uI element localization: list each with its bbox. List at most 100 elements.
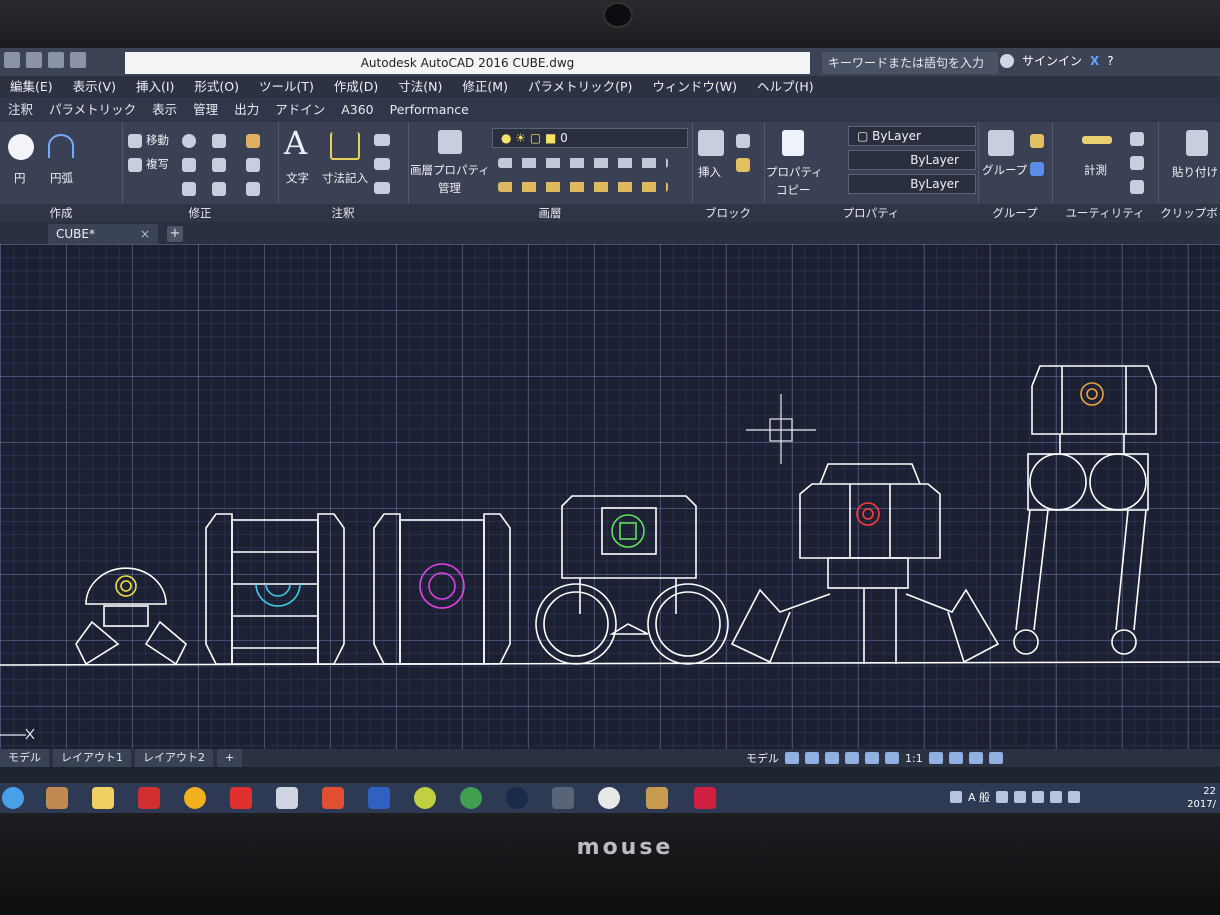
tab-a360[interactable]: A360	[333, 98, 381, 122]
headphones-icon[interactable]	[184, 787, 206, 809]
tray-icon-1[interactable]	[950, 791, 962, 803]
app-icon-6[interactable]	[694, 787, 716, 809]
move-tool[interactable]: 移動	[146, 132, 169, 148]
gear-icon[interactable]	[928, 752, 943, 764]
powerpoint-icon[interactable]	[322, 787, 344, 809]
menu-window[interactable]: ウィンドウ(W)	[642, 76, 747, 98]
undo-icon[interactable]	[48, 52, 64, 68]
dimension-tool[interactable]: 寸法記入	[322, 170, 368, 186]
signin-label[interactable]: サインイン	[1022, 52, 1082, 69]
help-icon[interactable]: ?	[1107, 54, 1113, 68]
tab-output[interactable]: 出力	[226, 98, 267, 122]
match-properties-line2[interactable]: コピー	[776, 182, 811, 198]
tab-view[interactable]: 表示	[144, 98, 185, 122]
start-button-icon[interactable]	[2, 787, 24, 809]
plus-icon[interactable]	[948, 752, 963, 764]
ungroup-icon[interactable]	[1030, 134, 1044, 148]
polar-icon[interactable]	[845, 752, 859, 764]
osnap-icon[interactable]	[865, 752, 879, 764]
exchange-icon[interactable]: X	[1090, 54, 1099, 68]
id-point-icon[interactable]	[1130, 156, 1144, 170]
app-icon-3[interactable]	[414, 787, 436, 809]
copy-icon[interactable]	[128, 158, 142, 172]
menu-modify[interactable]: 修正(M)	[452, 76, 518, 98]
tray-icon-3[interactable]	[1014, 791, 1027, 803]
network-icon[interactable]	[1050, 791, 1063, 803]
search-input[interactable]: キーワードまたは語句を入力	[822, 52, 998, 74]
add-layout-button[interactable]: +	[217, 749, 243, 767]
table-icon[interactable]	[374, 182, 390, 194]
signin-area[interactable]: サインイン X ?	[1000, 52, 1114, 69]
match-properties-icon[interactable]	[782, 130, 804, 156]
text-icon[interactable]: A	[284, 124, 307, 162]
paste-icon[interactable]	[1186, 130, 1208, 156]
create-block-icon[interactable]	[736, 134, 750, 148]
dimension-icon[interactable]	[330, 132, 360, 160]
explode-icon[interactable]	[246, 158, 260, 172]
app-icon-5[interactable]	[646, 787, 668, 809]
volume-icon[interactable]	[1068, 791, 1081, 803]
menu-draw[interactable]: 作成(D)	[324, 76, 388, 98]
itunes-icon[interactable]	[598, 787, 620, 809]
group-tool[interactable]: グループ	[982, 162, 1027, 178]
circle-tool[interactable]: 円	[14, 170, 26, 186]
app-icon-4[interactable]	[552, 787, 574, 809]
isolate-icon[interactable]	[968, 752, 983, 764]
chrome-icon[interactable]	[460, 787, 482, 809]
menu-format[interactable]: 形式(O)	[184, 76, 249, 98]
text-tool[interactable]: 文字	[286, 170, 309, 186]
erase-icon[interactable]	[246, 134, 260, 148]
menu-view[interactable]: 表示(V)	[63, 76, 126, 98]
redo-icon[interactable]	[70, 52, 86, 68]
tab-annotate[interactable]: 注釈	[0, 98, 41, 122]
ortho-icon[interactable]	[825, 752, 839, 764]
array-icon[interactable]	[246, 182, 260, 196]
tab-manage[interactable]: 管理	[185, 98, 226, 122]
layer-dropdown[interactable]: ● ☀ ▢ ■ 0	[492, 128, 688, 148]
tab-layout1[interactable]: レイアウト1	[53, 749, 131, 767]
measure-tool[interactable]: 計測	[1084, 162, 1107, 178]
status-model[interactable]: モデル	[746, 750, 779, 766]
word-icon[interactable]	[368, 787, 390, 809]
paste-tool[interactable]: 貼り付け	[1172, 164, 1218, 180]
match-properties-line1[interactable]: プロパティ	[766, 164, 823, 180]
menu-tools[interactable]: ツール(T)	[249, 76, 324, 98]
lineweight-dropdown[interactable]: ByLayer	[848, 174, 976, 194]
clock[interactable]: 22 2017/	[1187, 785, 1216, 811]
media-icon[interactable]	[138, 787, 160, 809]
tray-icon-2[interactable]	[996, 791, 1009, 803]
annotation-icon[interactable]	[885, 752, 899, 764]
app-icon-2[interactable]	[276, 787, 298, 809]
tab-parametric[interactable]: パラメトリック	[41, 98, 144, 122]
layer-properties-line1[interactable]: 画層プロパティ	[410, 162, 490, 178]
circle-icon[interactable]	[8, 134, 34, 160]
tab-model[interactable]: モデル	[0, 749, 49, 767]
ime-indicator[interactable]: A 般	[968, 789, 990, 805]
insert-tool[interactable]: 挿入	[698, 164, 721, 180]
group-icon[interactable]	[988, 130, 1014, 156]
fillet-icon[interactable]	[212, 158, 226, 172]
leader-icon[interactable]	[374, 158, 390, 170]
menu-edit[interactable]: 編集(E)	[0, 76, 63, 98]
folder-icon[interactable]	[92, 787, 114, 809]
group-select-icon[interactable]	[1030, 162, 1044, 176]
fullscreen-icon[interactable]	[988, 752, 1003, 764]
move-icon[interactable]	[128, 134, 142, 148]
linear-dim-icon[interactable]	[374, 134, 390, 146]
menu-help[interactable]: ヘルプ(H)	[747, 76, 824, 98]
arc-icon[interactable]	[48, 134, 74, 158]
linetype-dropdown[interactable]: ByLayer	[848, 150, 976, 170]
annotation-scale[interactable]: 1:1	[905, 752, 923, 765]
insert-block-icon[interactable]	[698, 130, 724, 156]
save-icon[interactable]	[4, 52, 20, 68]
grid-icon[interactable]	[785, 752, 799, 764]
close-icon[interactable]: ×	[140, 224, 150, 244]
layer-tools-row1[interactable]	[498, 158, 668, 168]
menu-dimension[interactable]: 寸法(N)	[388, 76, 452, 98]
mirror-icon[interactable]	[182, 158, 196, 172]
layer-properties-icon[interactable]	[438, 130, 462, 154]
rotate-icon[interactable]	[182, 134, 196, 148]
arc-tool[interactable]: 円弧	[50, 170, 73, 186]
steam-icon[interactable]	[506, 787, 528, 809]
stretch-icon[interactable]	[182, 182, 196, 196]
